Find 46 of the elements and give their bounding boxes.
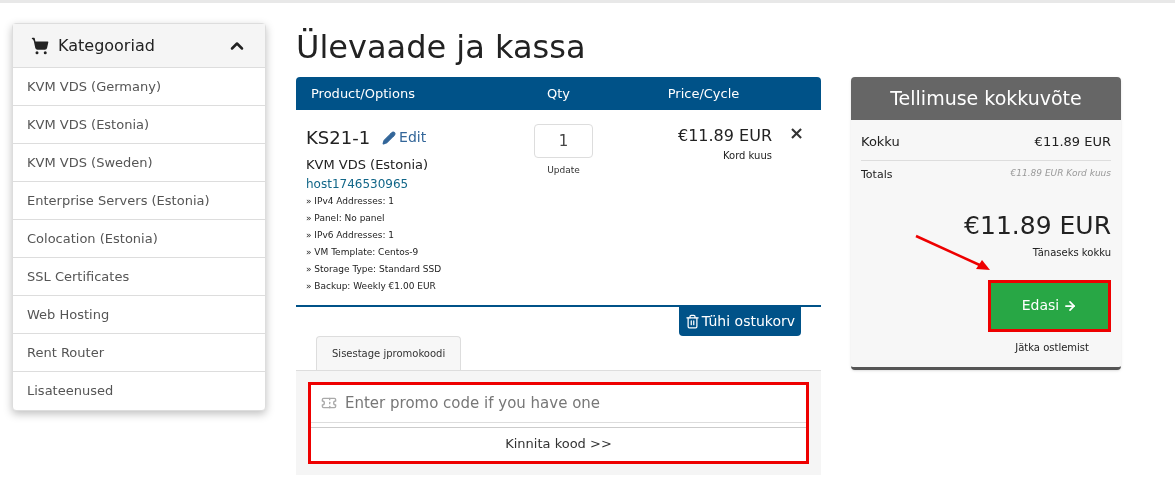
item-price: €11.89 EUR <box>678 125 772 147</box>
option-line: » Storage Type: Standard SSD <box>306 262 443 276</box>
hostname: host1746530965 <box>306 175 410 193</box>
option-line: » IPv6 Addresses: 1 <box>306 228 396 242</box>
update-link[interactable]: Update <box>547 164 580 178</box>
category-item[interactable]: KVM VDS (Germany) <box>13 68 265 106</box>
column-header: Product/Options <box>310 84 416 103</box>
apply-button[interactable]: Kinnita kood >> <box>311 426 806 461</box>
category-item[interactable]: Lisateenused <box>13 372 265 410</box>
page-title: Ülevaade ja kassa <box>296 27 587 68</box>
summary-value: €11.89 EUR <box>1034 133 1111 151</box>
panel-header[interactable]: Kategooriad <box>13 24 265 68</box>
category-item[interactable]: KVM VDS (Estonia) <box>13 106 265 144</box>
option-line: » IPv4 Addresses: 1 <box>306 194 396 208</box>
category-item[interactable]: Enterprise Servers (Estonia) <box>13 182 265 220</box>
category-item[interactable]: Rent Router <box>13 334 265 372</box>
ticket-icon <box>321 395 337 411</box>
empty-cart-button[interactable]: Tühi ostukorv <box>678 306 801 336</box>
promo-tab[interactable]: Sisestage jpromokoodi <box>316 335 462 370</box>
product-name: KS21-1 <box>306 126 371 150</box>
option-line: » Panel: No panel <box>306 211 386 225</box>
trash-icon <box>684 313 700 329</box>
promo-field[interactable]: Enter promo code if you have one <box>345 391 796 415</box>
category-item[interactable]: Web Hosting <box>13 296 265 334</box>
option-line: » Backup: Weekly €1.00 EUR <box>306 279 437 293</box>
category-item[interactable]: KVM VDS (Sweden) <box>13 144 265 182</box>
billing-cycle: Kord kuus <box>723 149 772 163</box>
summary-label: Totals <box>861 166 893 183</box>
cart-icon <box>31 36 49 55</box>
category-item[interactable]: Colocation (Estonia) <box>13 220 265 258</box>
product-group: KVM VDS (Estonia) <box>306 155 501 175</box>
pencil-icon <box>382 130 397 145</box>
continue-shopping-link[interactable]: Jätka ostlemist <box>1015 339 1089 355</box>
quantity-field[interactable]: 1 <box>534 124 593 158</box>
total-amount: €11.89 EUR <box>963 210 1111 242</box>
panel-title: Kategooriad <box>58 34 155 57</box>
edit-link[interactable]: Edit <box>382 127 427 148</box>
total-label: Tänaseks kokku <box>1031 245 1111 260</box>
column-header: Qty <box>546 84 571 103</box>
remove-button[interactable]: × <box>788 124 805 142</box>
option-line: » VM Template: Centos-9 <box>306 245 420 259</box>
column-header: Price/Cycle <box>666 84 741 103</box>
summary-label: Kokku <box>861 133 900 151</box>
summary-value: €11.89 EUR Kord kuus <box>1010 166 1111 180</box>
category-item[interactable]: SSL Certificates <box>13 258 265 296</box>
summary-title: Tellimuse kokkuvõte <box>851 77 1121 120</box>
